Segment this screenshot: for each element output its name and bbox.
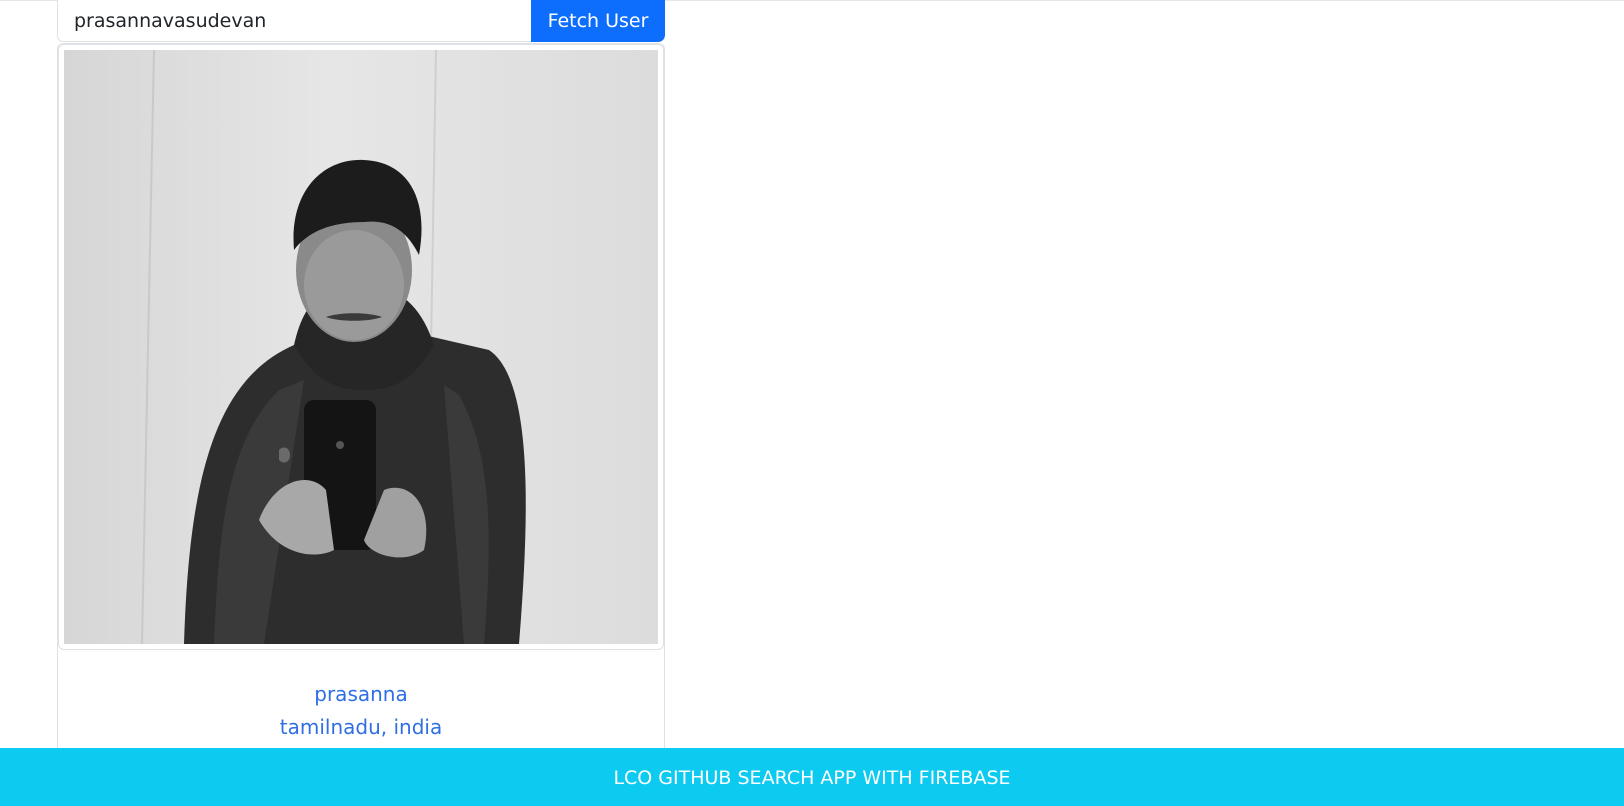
user-name-link[interactable]: prasanna [58,678,664,711]
user-card: prasanna tamilnadu, india Available for … [57,43,665,770]
fetch-user-button[interactable]: Fetch User [531,0,665,42]
search-bar: Fetch User [57,0,665,42]
user-location-link[interactable]: tamilnadu, india [58,711,664,744]
username-search-input[interactable] [57,0,531,42]
avatar-frame [58,44,664,650]
app-footer: LCO GITHUB SEARCH APP WITH FIREBASE [0,748,1624,806]
footer-text: LCO GITHUB SEARCH APP WITH FIREBASE [613,767,1011,789]
user-avatar-image [64,50,658,644]
